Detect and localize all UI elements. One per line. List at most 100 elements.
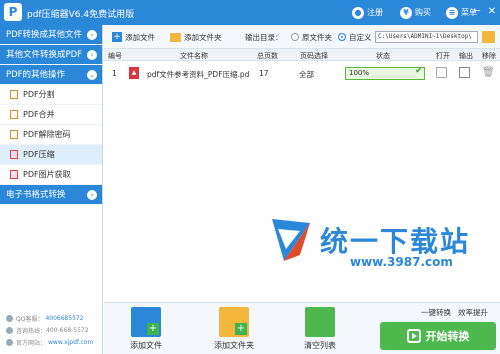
qq-contact: QQ客服： 4006685572: [6, 314, 84, 323]
broom-icon: [305, 307, 335, 337]
add-file-button[interactable]: + 添加文件: [112, 31, 155, 43]
radio-original-folder[interactable]: 原文件夹: [291, 31, 332, 43]
clear-list-button[interactable]: 清空列表: [290, 307, 350, 351]
plus-icon: +: [112, 32, 122, 42]
output-folder-icon[interactable]: [459, 67, 470, 78]
add-file-icon: +: [131, 307, 161, 337]
category-label: 电子书格式转换: [6, 190, 66, 200]
sidebar-item-label: PDF解除密码: [23, 129, 71, 139]
row-num: 1: [112, 69, 117, 78]
web-contact: 官方网站： www.xjpdf.com: [6, 338, 93, 347]
radio-selected-icon: [338, 33, 346, 41]
document-icon: [10, 170, 18, 179]
row-range[interactable]: 全部: [299, 69, 314, 80]
register-label: 注册: [367, 8, 383, 17]
play-icon: [406, 329, 421, 343]
table-row[interactable]: 1 ▲ pdf文件参考资料_PDF压缩.pd 17 全部 100% ✔ 🗑: [104, 63, 500, 84]
bottom-add-folder-button[interactable]: + 添加文件夹: [204, 307, 264, 351]
bottom-add-file-label: 添加文件: [130, 341, 162, 350]
radio-custom-folder[interactable]: 自定义: [338, 31, 372, 43]
category-other-to-pdf[interactable]: 其他文件转换成PDF ›: [0, 45, 102, 65]
start-convert-button[interactable]: 开始转换: [380, 322, 496, 350]
radio-label: 自定义: [349, 32, 372, 42]
phone-label: 咨询热线：: [16, 328, 47, 335]
watermark-url: www.3987.com: [350, 255, 453, 269]
sidebar-item-pdf-compress[interactable]: PDF压缩: [0, 145, 102, 165]
browse-folder-button[interactable]: [482, 31, 495, 43]
chevron-down-icon: ⌄: [87, 70, 97, 80]
output-path-input[interactable]: C:\Users\ADMINI~1\Desktop\: [375, 31, 478, 43]
minimize-button[interactable]: ─: [470, 5, 484, 19]
qq-icon: [6, 315, 13, 322]
add-folder-button[interactable]: 添加文件夹: [170, 31, 222, 43]
trash-icon[interactable]: 🗑: [482, 67, 495, 78]
watermark-logo: [272, 219, 310, 261]
header-open: 打开: [436, 52, 450, 60]
chevron-right-icon: ›: [87, 50, 97, 60]
qq-link[interactable]: 4006685572: [45, 315, 83, 322]
web-link[interactable]: www.xjpdf.com: [48, 339, 93, 346]
category-pdf-to-other[interactable]: PDF转换成其他文件 ›: [0, 25, 102, 45]
row-filename: pdf文件参考资料_PDF压缩.pd: [147, 70, 250, 79]
sidebar-item-label: PDF合并: [23, 109, 55, 119]
buy-label: 购买: [415, 8, 431, 17]
sidebar-item-pdf-unlock[interactable]: PDF解除密码: [0, 125, 102, 145]
sidebar-item-label: PDF分割: [23, 89, 55, 99]
qq-label: QQ客服：: [16, 316, 44, 323]
output-dir-label: 输出目录：: [245, 32, 283, 42]
header-pages: 总页数: [257, 52, 278, 60]
pdf-file-icon: ▲: [129, 67, 139, 79]
add-folder-icon: +: [219, 307, 249, 337]
app-logo: P: [4, 3, 22, 21]
progress-bar: 100%: [345, 67, 425, 80]
sidebar-item-pdf-image-extract[interactable]: PDF图片获取: [0, 165, 102, 185]
title-bar: P pdf压缩器V6.4免费试用版 ● 注册 ¥ 购买 ≡ 菜单 ─ ✕: [0, 0, 500, 25]
category-pdf-other-ops[interactable]: PDF的其他操作 ⌄: [0, 65, 102, 85]
sidebar-item-label: PDF压缩: [23, 149, 55, 159]
bottom-bar: + 添加文件 + 添加文件夹 清空列表 一键转换 效率提升 开始转换: [104, 302, 500, 354]
start-label: 开始转换: [425, 330, 470, 343]
one-click-mode[interactable]: 一键转换: [421, 307, 451, 318]
add-folder-label: 添加文件夹: [184, 32, 222, 42]
globe-icon: [6, 339, 13, 346]
sidebar-item-pdf-split[interactable]: PDF分割: [0, 85, 102, 105]
folder-icon: [170, 32, 181, 42]
watermark-text: 统一下载站: [320, 225, 471, 258]
clear-list-label: 清空列表: [304, 341, 336, 350]
efficiency-mode[interactable]: 效率提升: [458, 307, 488, 318]
user-icon: ●: [352, 6, 364, 19]
phone-icon: [6, 327, 13, 334]
open-file-icon[interactable]: [436, 67, 447, 78]
close-button[interactable]: ✕: [485, 5, 499, 19]
table-header: 编号 文件名称 总页数 页码选择 状态 打开 输出 移除: [104, 49, 500, 61]
category-label: 其他文件转换成PDF: [6, 50, 83, 60]
category-label: PDF转换成其他文件: [6, 30, 83, 40]
bottom-add-file-button[interactable]: + 添加文件: [116, 307, 176, 351]
phone-value: 400-668-5572: [46, 327, 89, 334]
radio-label: 原文件夹: [302, 32, 332, 42]
check-icon: ✔: [415, 66, 423, 76]
buy-button[interactable]: ¥ 购买: [400, 5, 431, 20]
app-title: pdf压缩器V6.4免费试用版: [27, 10, 135, 20]
header-status: 状态: [376, 52, 390, 60]
radio-icon: [291, 33, 299, 41]
header-range: 页码选择: [300, 52, 328, 60]
web-label: 官方网站：: [16, 340, 47, 347]
header-num: 编号: [108, 52, 122, 60]
sidebar-item-label: PDF图片获取: [23, 169, 71, 179]
register-button[interactable]: ● 注册: [352, 5, 383, 20]
phone-contact: 咨询热线： 400-668-5572: [6, 326, 89, 335]
menu-icon: ≡: [446, 6, 458, 19]
sidebar-item-pdf-merge[interactable]: PDF合并: [0, 105, 102, 125]
document-icon: [10, 110, 18, 119]
chevron-right-icon: ›: [87, 190, 97, 200]
yen-icon: ¥: [400, 6, 412, 19]
category-label: PDF的其他操作: [6, 70, 66, 80]
bottom-add-folder-label: 添加文件夹: [214, 341, 254, 350]
sidebar: PDF转换成其他文件 › 其他文件转换成PDF › PDF的其他操作 ⌄ PDF分割 …: [0, 25, 103, 354]
progress-label: 100%: [349, 69, 370, 77]
document-icon: [10, 150, 18, 159]
row-pages: 17: [259, 69, 269, 78]
toolbar: + 添加文件 添加文件夹 输出目录： 原文件夹 自定义 C:\Users\ADMI…: [104, 25, 500, 49]
category-ebook-convert[interactable]: 电子书格式转换 ›: [0, 185, 102, 205]
